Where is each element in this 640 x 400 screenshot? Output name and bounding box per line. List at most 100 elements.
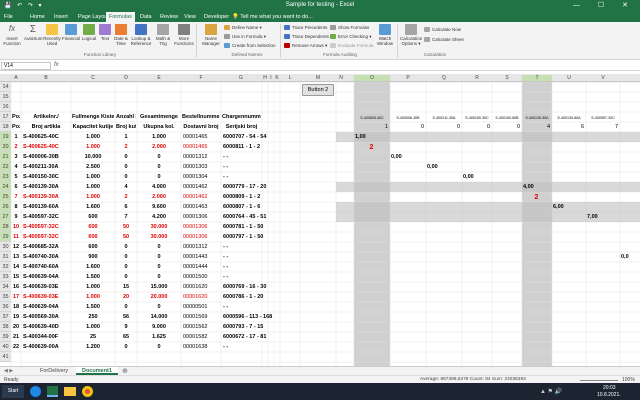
window-controls[interactable]: — ☐ ✕ [573,1,636,9]
order-number-cell[interactable]: 00001306 [183,224,220,230]
serial-cell[interactable]: - - [223,174,274,180]
right-value-cell[interactable]: 7,00 [587,214,618,220]
position-cell[interactable]: 6 [12,184,20,190]
header-cell[interactable]: Ukupna kol. [138,124,180,130]
header-cell[interactable]: Bestellnummer [182,114,220,120]
row-header[interactable]: 21 [0,152,11,162]
calculate-now-button[interactable]: Calculate Now [424,27,461,33]
right-count-cell[interactable]: 4 [523,124,550,130]
serial-cell[interactable]: 6000793 - 7 - 15 [223,324,274,330]
article-cell[interactable]: S-400597-32C [23,224,70,230]
header-cell[interactable]: Kapacitet kutije [72,124,114,130]
column-header[interactable]: U [552,75,586,81]
column-header[interactable]: F [181,75,221,81]
start-button[interactable]: Start [2,385,24,398]
right-value-cell[interactable]: 6,00 [553,204,584,210]
column-header[interactable]: A [11,75,21,81]
box-count-cell[interactable]: 50 [116,234,136,240]
row-header[interactable]: 24 [0,182,11,192]
row-header[interactable]: 28 [0,222,11,232]
box-count-cell[interactable]: 65 [116,334,136,340]
row-header[interactable]: 40 [0,342,11,352]
column-header[interactable]: V [586,75,620,81]
order-number-cell[interactable]: 00001312 [183,154,220,160]
box-count-cell[interactable]: 0 [116,154,136,160]
tray-icons[interactable]: ▲ ⚑ 🔊 [540,388,562,395]
capacity-cell[interactable]: 1.000 [72,174,114,180]
column-header[interactable]: M [300,75,336,81]
right-header-cell[interactable]: S-400150-30C [463,116,491,120]
row-header[interactable]: 19 [0,132,11,142]
add-sheet-icon[interactable]: ⊕ [122,367,128,375]
use-in-formula-button[interactable]: Use in Formula ▾ [224,34,266,40]
order-number-cell[interactable]: 00001463 [183,204,220,210]
right-header-cell[interactable]: S-400211-30A [427,116,461,120]
autosum-button[interactable]: Σ AutoSum [24,24,43,41]
row-header[interactable]: 20 [0,142,11,152]
right-header-cell[interactable]: S-400150-60B [493,116,521,120]
button-2[interactable]: Button 2 [302,84,334,96]
box-count-cell[interactable]: 56 [116,314,136,320]
total-cell[interactable]: 2.000 [138,144,180,150]
position-cell[interactable]: 19 [12,314,20,320]
right-value-cell[interactable]: 0,00 [391,154,424,160]
header-cell[interactable]: Broj artikla [22,124,70,130]
row-header[interactable]: 38 [0,322,11,332]
order-number-cell[interactable]: 00001465 [183,144,220,150]
capacity-cell[interactable]: 1.600 [72,204,114,210]
article-cell[interactable]: S-400740-60A [23,264,70,270]
clock-date[interactable]: 10.8.2021. [597,392,621,398]
header-cell[interactable]: Chargennummer [222,114,261,120]
box-count-cell[interactable]: 1 [116,134,136,140]
position-cell[interactable]: 10 [12,224,20,230]
capacity-cell[interactable]: 2.500 [72,164,114,170]
capacity-cell[interactable]: 600 [72,234,114,240]
name-manager-button[interactable]: Name Manager [200,24,222,46]
serial-cell[interactable]: 6000809 - 1 - 2 [223,194,274,200]
column-header[interactable]: B [21,75,71,81]
header-cell[interactable]: Artikelnr./ [22,114,70,120]
capacity-cell[interactable]: 25 [72,334,114,340]
column-header[interactable]: Q [426,75,462,81]
article-cell[interactable]: S-400639-04A [23,304,70,310]
box-count-cell[interactable]: 2 [116,144,136,150]
order-number-cell[interactable]: 00001620 [183,294,220,300]
position-cell[interactable]: 7 [12,194,20,200]
tab-home[interactable]: Home [30,14,45,20]
right-count-cell[interactable]: 7 [587,124,618,130]
tab-insert[interactable]: Insert [54,14,68,20]
capacity-cell[interactable]: 600 [72,224,114,230]
order-number-cell[interactable]: 00001304 [183,174,220,180]
capacity-cell[interactable]: 1.000 [72,284,114,290]
insert-function-button[interactable]: fx Insert Function [2,24,22,46]
total-cell[interactable]: 0 [138,344,180,350]
order-number-cell[interactable]: 00001444 [183,264,220,270]
total-cell[interactable]: 30.000 [138,234,180,240]
right-header-cell[interactable]: S-400139-60A [553,116,585,120]
create-from-selection-button[interactable]: Create from Selection [224,43,276,49]
position-cell[interactable]: 8 [12,204,20,210]
capacity-cell[interactable]: 1.600 [72,264,114,270]
right-value-cell[interactable]: 2 [523,194,550,201]
total-cell[interactable]: 20.000 [138,294,180,300]
total-cell[interactable]: 14.000 [138,314,180,320]
serial-cell[interactable]: - - [223,244,274,250]
column-header[interactable]: G [221,75,261,81]
order-number-cell[interactable]: 00001306 [183,234,220,240]
column-header[interactable]: L [280,75,300,81]
total-cell[interactable]: 2.000 [138,194,180,200]
folder-icon[interactable] [64,387,76,396]
serial-cell[interactable]: 6000807 - 1 - 6 [223,204,274,210]
order-number-cell[interactable]: 00001443 [183,254,220,260]
order-number-cell[interactable]: 00001562 [183,324,220,330]
right-count-cell[interactable]: 0 [463,124,490,130]
column-header[interactable]: S [492,75,522,81]
position-cell[interactable]: 3 [12,154,20,160]
right-value-cell[interactable]: 0,0 [621,254,638,260]
lookup-reference-button[interactable]: Lookup & Reference [130,24,152,46]
spreadsheet-grid[interactable]: Poz. Poz.Artikelnr./ Broj artiklaFullmenge… [0,82,640,366]
row-header[interactable]: 32 [0,262,11,272]
serial-cell[interactable]: 6000786 - 1 - 20 [223,294,274,300]
box-count-cell[interactable]: 0 [116,274,136,280]
serial-cell[interactable]: 6000707 - 54 - 54 [223,134,274,140]
